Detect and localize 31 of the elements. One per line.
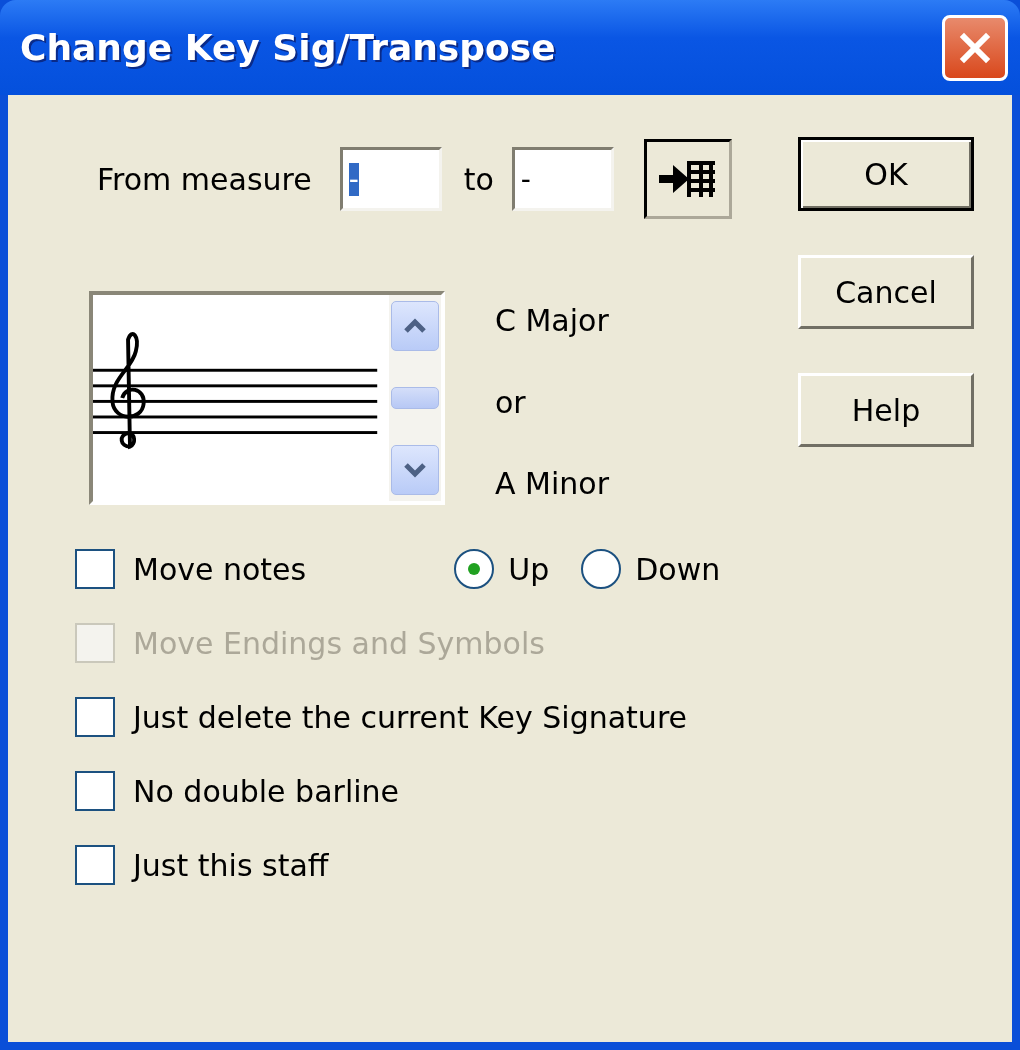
close-button[interactable]	[942, 14, 1008, 81]
checkbox-label[interactable]: Just this staff	[133, 847, 329, 883]
checkbox[interactable]	[75, 771, 115, 811]
major-key-label: C Major	[495, 303, 609, 338]
dialog-button[interactable]: Cancel	[798, 255, 974, 329]
checkbox-label[interactable]: Just delete the current Key Signature	[133, 699, 688, 735]
radio-label[interactable]: Down	[635, 551, 721, 587]
chevron-up-icon	[403, 318, 427, 334]
checkbox-label[interactable]: No double barline	[133, 773, 399, 809]
checkbox[interactable]	[75, 549, 115, 589]
minor-key-label: A Minor	[495, 466, 609, 501]
scroll-up-button[interactable]	[391, 301, 439, 351]
checkbox[interactable]	[75, 697, 115, 737]
scroll-down-button[interactable]	[391, 445, 439, 495]
radio-button[interactable]	[581, 549, 622, 589]
dialog-button[interactable]: Help	[798, 373, 974, 447]
or-label: or	[495, 384, 527, 420]
end-of-piece-button[interactable]	[643, 139, 732, 219]
window-title: Change Key Sig/Transpose	[20, 27, 556, 68]
chevron-down-icon	[403, 462, 427, 478]
scroll-thumb[interactable]	[391, 387, 439, 409]
from-measure-label: From measure	[97, 161, 312, 197]
checkbox[interactable]	[75, 845, 115, 885]
to-measure-field[interactable]: -	[511, 147, 614, 211]
dialog-button[interactable]: OK	[798, 137, 974, 211]
scrollbar[interactable]	[389, 295, 441, 501]
radio-button[interactable]	[454, 549, 495, 589]
checkbox-label[interactable]: Move notes	[133, 551, 307, 587]
to-label: to	[463, 161, 494, 197]
radio-label[interactable]: Up	[508, 551, 550, 587]
from-measure-field[interactable]: -	[339, 147, 442, 211]
